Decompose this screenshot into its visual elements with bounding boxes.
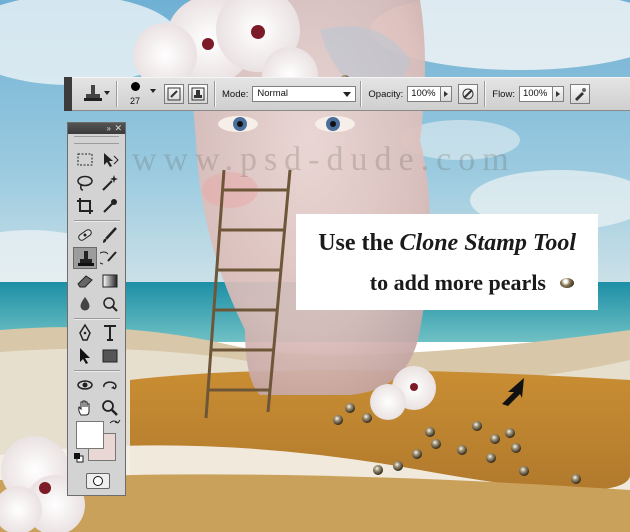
chevron-down-icon	[104, 91, 110, 95]
gradient-tool[interactable]	[98, 270, 122, 292]
healing-brush-icon	[78, 229, 92, 241]
hand-icon	[78, 400, 90, 416]
flow-slider-button[interactable]	[552, 86, 564, 102]
type-icon	[104, 325, 116, 341]
eraser-tool[interactable]	[73, 270, 97, 292]
type-tool[interactable]	[98, 322, 122, 344]
callout-line-1: Use the Clone Stamp Tool	[318, 230, 576, 256]
divider	[214, 81, 216, 107]
3d-rotate-tool[interactable]	[73, 374, 97, 396]
clone-source-icon	[191, 87, 205, 101]
opacity-input[interactable]: 100%	[407, 86, 442, 102]
crop-icon	[77, 198, 93, 214]
chevron-down-icon	[150, 89, 156, 93]
panel-grip[interactable]	[74, 136, 119, 144]
pen-icon	[79, 323, 91, 341]
brush-tip-icon	[131, 82, 140, 91]
divider	[74, 220, 120, 222]
mode-label: Mode:	[222, 88, 249, 100]
eyedropper-icon	[103, 199, 117, 213]
3d-orbit-tool[interactable]	[98, 374, 122, 396]
swap-colors-icon[interactable]	[108, 419, 122, 431]
clone-stamp-icon	[78, 251, 94, 266]
divider	[360, 81, 363, 107]
instruction-callout: Use the Clone Stamp Tool to add more pea…	[296, 214, 598, 310]
pen-pressure-icon	[462, 88, 474, 100]
dodge-tool[interactable]	[98, 293, 122, 315]
divider	[74, 370, 120, 372]
collapse-icon[interactable]: »	[107, 124, 111, 133]
move-icon	[104, 153, 119, 167]
tools-panel: » ✕	[67, 122, 126, 496]
opacity-slider-button[interactable]	[441, 86, 453, 102]
3d-rotate-icon	[77, 380, 93, 390]
zoom-tool[interactable]	[98, 397, 122, 419]
path-selection-icon	[80, 348, 90, 364]
hand-tool[interactable]	[73, 397, 97, 419]
flow-label: Flow:	[492, 88, 515, 100]
magic-wand-icon	[102, 175, 118, 191]
brush-panel-icon	[167, 87, 181, 101]
brush-preset-picker[interactable]: 27	[122, 79, 162, 109]
history-brush-icon	[100, 251, 117, 265]
rectangle-icon	[102, 349, 118, 363]
watermark-text: www.psd-dude.com	[132, 141, 516, 178]
3d-orbit-icon	[103, 381, 117, 390]
crop-tool[interactable]	[73, 195, 97, 217]
mode-value: Normal	[257, 88, 289, 99]
tools-panel-titlebar[interactable]: » ✕	[68, 123, 125, 134]
tool-preset-picker[interactable]	[78, 81, 112, 107]
foreground-color-swatch[interactable]	[76, 421, 104, 449]
callout-line-2: to add more pearls	[369, 270, 546, 295]
marquee-icon	[77, 153, 93, 166]
mode-select[interactable]: Normal	[252, 86, 357, 102]
brush-size-label: 27	[130, 96, 141, 106]
brush-icon	[103, 227, 117, 243]
path-selection-tool[interactable]	[73, 345, 97, 367]
eyedropper-tool[interactable]	[98, 195, 122, 217]
eraser-icon	[77, 275, 93, 288]
history-brush-tool[interactable]	[98, 247, 122, 269]
opacity-label: Opacity:	[368, 88, 404, 100]
brush-panel-button[interactable]	[164, 84, 184, 104]
clone-source-button[interactable]	[188, 84, 208, 104]
default-colors-icon[interactable]	[73, 452, 84, 463]
pearl-icon	[560, 278, 574, 288]
magic-wand-tool[interactable]	[98, 172, 122, 194]
chevron-down-icon	[343, 92, 352, 97]
pen-tool[interactable]	[73, 322, 97, 344]
airbrush-icon	[574, 88, 586, 101]
brush-tool[interactable]	[98, 224, 122, 246]
divider	[74, 318, 120, 320]
blur-tool[interactable]	[73, 293, 97, 315]
pressure-opacity-button[interactable]	[458, 84, 479, 104]
gradient-icon	[102, 274, 118, 288]
flow-input[interactable]: 100%	[518, 86, 553, 102]
quick-mask-button[interactable]	[86, 473, 110, 489]
close-icon[interactable]: ✕	[114, 123, 122, 133]
divider	[484, 81, 487, 107]
rectangular-marquee-tool[interactable]	[73, 149, 97, 171]
lasso-tool[interactable]	[73, 172, 97, 194]
divider	[116, 81, 118, 107]
spot-healing-tool[interactable]	[73, 224, 97, 246]
clone-stamp-tool[interactable]	[73, 247, 97, 269]
water-drop-icon	[80, 297, 90, 311]
clone-stamp-icon	[84, 85, 102, 101]
airbrush-button[interactable]	[569, 84, 590, 104]
shape-tool[interactable]	[98, 345, 122, 367]
dodge-icon	[103, 297, 118, 312]
tool-name-emphasis: Clone Stamp Tool	[399, 230, 576, 256]
move-tool[interactable]	[98, 149, 122, 171]
tool-options-bar: 27 Mode: Normal Opacity: 100% Flow: 100%	[64, 77, 630, 111]
options-bar-grip[interactable]	[64, 77, 72, 111]
zoom-icon	[102, 400, 118, 416]
lasso-icon	[77, 175, 93, 191]
